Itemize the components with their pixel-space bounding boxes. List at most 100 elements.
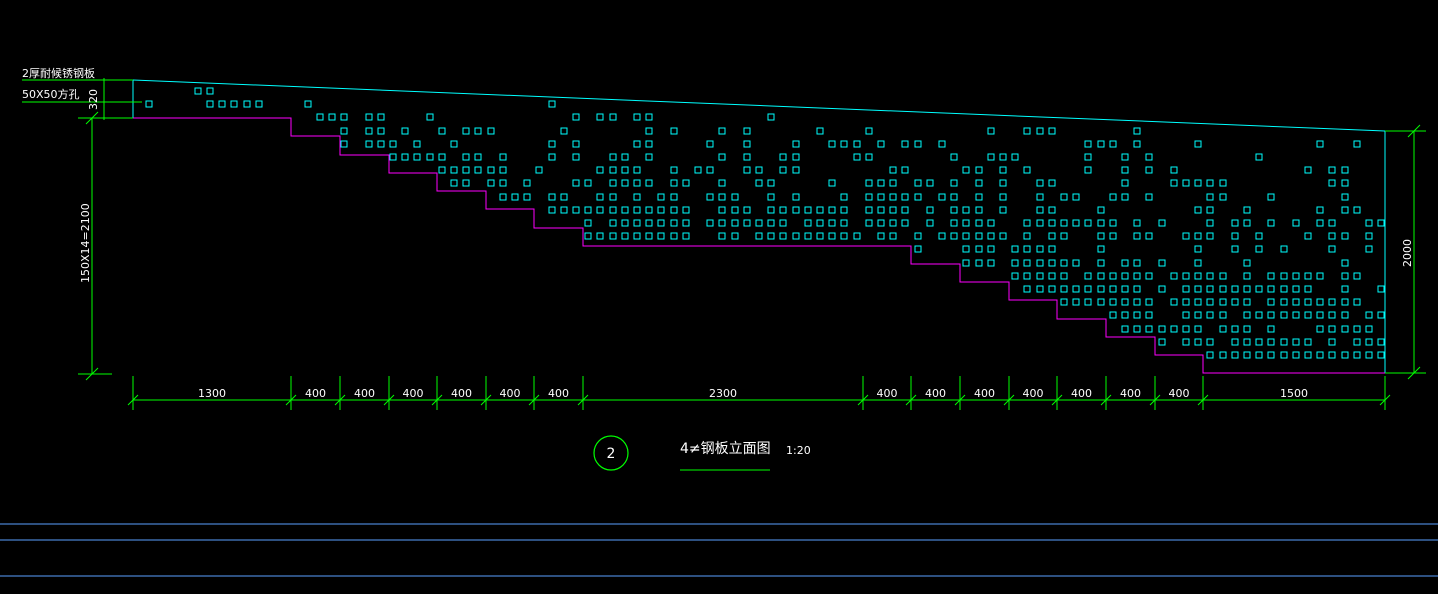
square-hole <box>1328 232 1336 240</box>
label-holes: 50X50方孔 <box>22 87 80 101</box>
square-hole <box>731 193 739 201</box>
square-hole <box>706 166 714 174</box>
square-hole <box>962 206 970 214</box>
square-hole <box>889 232 897 240</box>
square-hole <box>926 219 934 227</box>
square-hole <box>1304 338 1312 346</box>
square-hole <box>901 193 909 201</box>
square-hole <box>426 113 434 121</box>
square-hole <box>1036 272 1044 280</box>
dim-bottom-label: 400 <box>925 387 946 400</box>
square-hole <box>743 127 751 135</box>
square-hole <box>804 219 812 227</box>
square-hole <box>1072 285 1080 293</box>
square-hole <box>865 193 873 201</box>
square-hole <box>596 206 604 214</box>
square-hole <box>499 153 507 161</box>
square-hole <box>621 153 629 161</box>
square-hole <box>401 153 409 161</box>
square-hole <box>706 140 714 148</box>
square-hole <box>670 127 678 135</box>
square-hole <box>1304 232 1312 240</box>
square-hole <box>340 140 348 148</box>
square-hole <box>645 232 653 240</box>
square-hole <box>1133 140 1141 148</box>
square-hole <box>1304 351 1312 359</box>
square-hole <box>474 166 482 174</box>
square-hole <box>413 140 421 148</box>
plate-top-edge <box>132 79 1386 132</box>
square-hole <box>1121 179 1129 187</box>
square-hole <box>1060 219 1068 227</box>
square-hole <box>1194 311 1202 319</box>
square-hole <box>1365 311 1373 319</box>
square-hole <box>1158 259 1166 267</box>
square-hole <box>1023 245 1031 253</box>
square-hole <box>1072 193 1080 201</box>
square-hole <box>1219 325 1227 333</box>
square-hole <box>853 153 861 161</box>
square-hole <box>401 127 409 135</box>
square-hole <box>731 232 739 240</box>
square-hole <box>1292 311 1300 319</box>
square-hole <box>779 219 787 227</box>
square-hole <box>365 127 373 135</box>
square-hole <box>1145 153 1153 161</box>
square-hole <box>584 232 592 240</box>
square-hole <box>743 206 751 214</box>
square-hole <box>1267 325 1275 333</box>
square-hole <box>1023 285 1031 293</box>
square-hole <box>1304 311 1312 319</box>
square-hole <box>657 219 665 227</box>
square-hole <box>340 127 348 135</box>
square-hole <box>1121 166 1129 174</box>
square-hole <box>828 232 836 240</box>
square-hole <box>816 206 824 214</box>
square-hole <box>1182 285 1190 293</box>
square-hole <box>548 153 556 161</box>
square-hole <box>1097 259 1105 267</box>
square-hole <box>450 166 458 174</box>
square-hole <box>340 113 348 121</box>
square-hole <box>584 206 592 214</box>
square-hole <box>633 179 641 187</box>
square-hole <box>1133 298 1141 306</box>
square-holes-pattern <box>145 87 1385 359</box>
square-hole <box>792 193 800 201</box>
square-hole <box>1011 272 1019 280</box>
square-hole <box>548 140 556 148</box>
square-hole <box>1341 298 1349 306</box>
square-hole <box>389 140 397 148</box>
square-hole <box>1048 272 1056 280</box>
square-hole <box>1280 285 1288 293</box>
square-hole <box>1243 311 1251 319</box>
square-hole <box>1060 259 1068 267</box>
square-hole <box>413 153 421 161</box>
square-hole <box>1316 219 1324 227</box>
square-hole <box>1231 325 1239 333</box>
square-hole <box>609 179 617 187</box>
dim-bottom-label: 400 <box>1120 387 1141 400</box>
square-hole <box>682 179 690 187</box>
square-hole <box>1158 219 1166 227</box>
square-hole <box>474 153 482 161</box>
square-hole <box>779 153 787 161</box>
square-hole <box>584 179 592 187</box>
square-hole <box>1072 219 1080 227</box>
square-hole <box>438 166 446 174</box>
dim-bottom-label: 400 <box>974 387 995 400</box>
square-hole <box>584 219 592 227</box>
square-hole <box>1048 127 1056 135</box>
square-hole <box>657 193 665 201</box>
square-hole <box>1023 127 1031 135</box>
square-hole <box>499 179 507 187</box>
square-hole <box>1072 259 1080 267</box>
square-hole <box>1206 206 1214 214</box>
square-hole <box>1206 311 1214 319</box>
square-hole <box>901 166 909 174</box>
square-hole <box>1255 285 1263 293</box>
square-hole <box>779 206 787 214</box>
square-hole <box>1267 272 1275 280</box>
square-hole <box>889 166 897 174</box>
square-hole <box>987 245 995 253</box>
